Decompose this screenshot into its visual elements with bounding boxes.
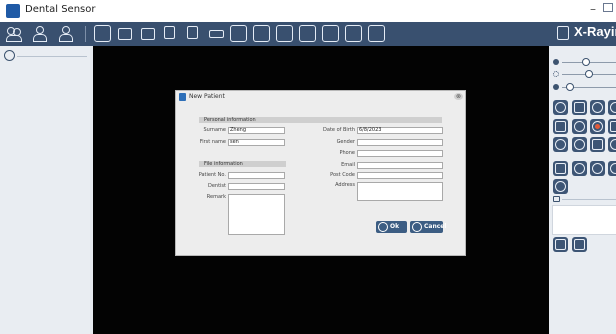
file-info-header: File information [199, 161, 286, 167]
cancel-button[interactable]: Cancel [410, 221, 447, 233]
personal-info-header: Personal information [199, 117, 442, 123]
note-line [562, 199, 616, 200]
dentist-label: Dentist [207, 183, 226, 189]
capture-icon[interactable] [299, 25, 316, 42]
patient-search-line [17, 56, 87, 57]
cancel-button-label: Cancel [424, 223, 447, 230]
magnify-icon[interactable] [590, 100, 605, 115]
annotate-icon[interactable] [608, 119, 616, 134]
contrast-slider-knob[interactable] [585, 70, 593, 78]
surname-label: Surname [203, 127, 227, 133]
app-logo-icon [6, 4, 20, 18]
gender-select[interactable] [357, 139, 443, 146]
gamma-slider-knob[interactable] [566, 83, 574, 91]
settings-icon[interactable] [345, 25, 362, 42]
paste-image-icon[interactable] [186, 25, 203, 42]
browse-icon[interactable] [322, 25, 339, 42]
cancel-x-icon [412, 222, 422, 232]
tooth-icon[interactable] [553, 161, 568, 176]
patient-panel [0, 46, 90, 334]
filter-icon[interactable] [572, 137, 587, 152]
edit-icon[interactable] [590, 137, 605, 152]
remark-input[interactable] [228, 194, 285, 235]
note-area[interactable] [552, 205, 616, 235]
first-name-input[interactable]: sen [228, 139, 285, 146]
rotate-icon[interactable] [553, 100, 568, 115]
surname-input[interactable]: Zheng [228, 127, 285, 134]
brightness-slider-knob[interactable] [582, 58, 590, 66]
image-list-icon[interactable] [276, 25, 293, 42]
ok-button-label: Ok [390, 223, 400, 230]
post-code-input[interactable] [357, 172, 443, 179]
sensor-icon[interactable] [94, 25, 111, 42]
brightness-icon [553, 59, 559, 65]
print-tool-icon[interactable] [553, 137, 568, 152]
gender-label: Gender [336, 139, 355, 145]
layout-icon[interactable] [253, 25, 270, 42]
measure-icon[interactable] [553, 119, 568, 134]
patient-dialog-icon [179, 93, 186, 101]
export-icon[interactable] [140, 25, 157, 42]
brand-title: X-Raying [574, 24, 616, 39]
sharpen-icon[interactable] [572, 100, 587, 115]
tooth-detail-icon[interactable] [590, 161, 605, 176]
patient-no-input[interactable] [228, 172, 285, 179]
phone-label: Phone [339, 150, 356, 156]
compare-alt-icon[interactable] [572, 237, 587, 252]
address-input[interactable] [357, 182, 443, 201]
compare-icon[interactable] [553, 237, 568, 252]
tooth-extra-icon[interactable] [608, 161, 616, 176]
copy-image-icon[interactable] [163, 25, 180, 42]
contrast-icon [553, 71, 559, 77]
ok-button[interactable]: Ok [376, 221, 407, 233]
toolbar-separator [85, 26, 86, 42]
reset-icon[interactable] [553, 179, 568, 194]
note-icon [553, 196, 560, 202]
patients-icon[interactable] [5, 25, 22, 42]
address-label: Address [335, 182, 355, 188]
import-icon[interactable] [117, 25, 134, 42]
email-input[interactable] [357, 162, 443, 169]
window-icon[interactable] [230, 25, 247, 42]
patient-info-icon[interactable] [58, 25, 75, 42]
dialog-close-button[interactable]: ⊗ [454, 93, 463, 100]
remark-label: Remark [206, 194, 226, 200]
print-icon[interactable] [208, 25, 225, 42]
tooth-map-icon[interactable] [572, 161, 587, 176]
invert-icon[interactable] [572, 119, 587, 134]
first-name-label: First name [199, 139, 226, 145]
colorize-icon[interactable] [590, 119, 605, 134]
add-patient-icon[interactable] [32, 25, 49, 42]
app-title: Dental Sensor [25, 4, 96, 15]
date-of-birth-label: Date of Birth [323, 127, 355, 133]
dialog-title: New Patient [189, 93, 225, 100]
gamma-icon [553, 84, 559, 90]
minimize-button[interactable]: – [590, 2, 596, 16]
flip-icon[interactable] [608, 100, 616, 115]
post-code-label: Post Code [330, 172, 355, 178]
ok-check-icon [378, 222, 388, 232]
patient-no-label: Patient No. [198, 172, 226, 178]
phone-input[interactable] [357, 150, 443, 157]
maximize-button[interactable] [603, 3, 613, 12]
help-icon[interactable] [368, 25, 385, 42]
date-of-birth-input[interactable]: 6/8/2023 [357, 127, 443, 134]
email-label: Email [341, 162, 355, 168]
dentist-input[interactable] [228, 183, 285, 190]
zoom-icon[interactable] [608, 137, 616, 152]
user-icon[interactable] [4, 50, 15, 61]
scanner-icon [557, 26, 569, 40]
